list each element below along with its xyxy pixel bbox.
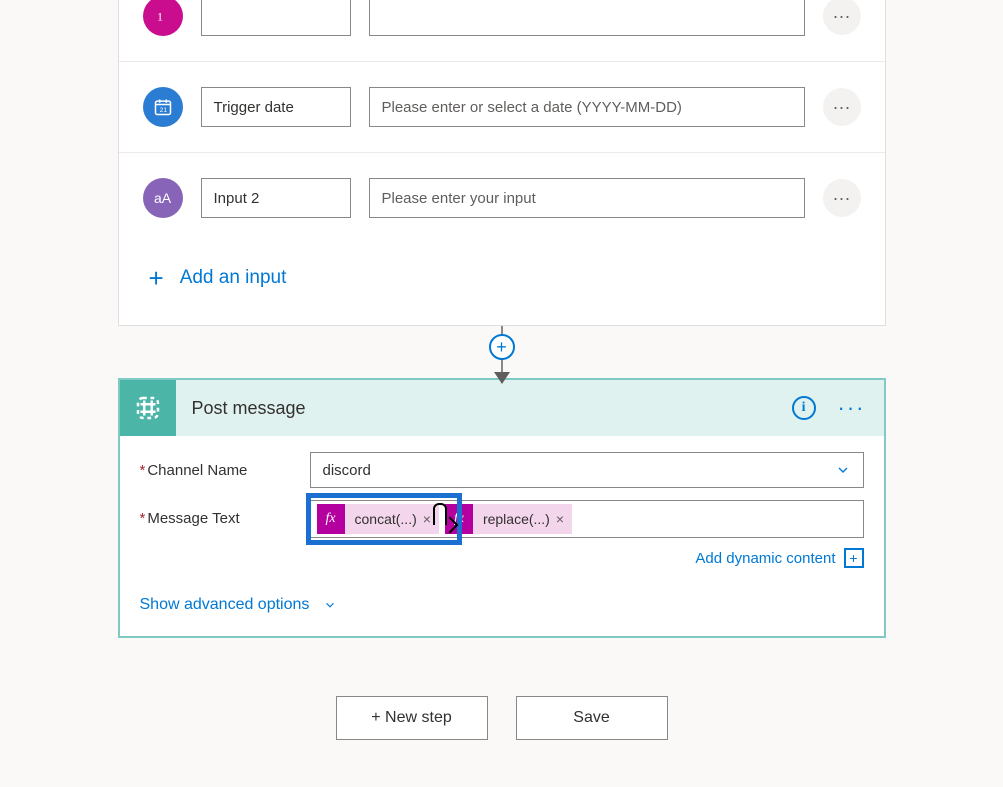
param-name-input[interactable]: Trigger date — [201, 87, 351, 127]
add-dynamic-content-link[interactable]: Add dynamic content — [695, 550, 835, 567]
message-row: *Message Text fx concat(...) × fx replac… — [140, 500, 864, 568]
save-button[interactable]: Save — [516, 696, 668, 740]
trigger-card: 1 ··· 21 Trigger date Please enter or se… — [118, 0, 886, 326]
arrow-down-icon — [494, 372, 510, 384]
number-icon: 1 — [143, 0, 183, 36]
show-advanced-link[interactable]: Show advanced options — [140, 596, 864, 614]
param-value-input[interactable]: Please enter your input — [369, 178, 805, 218]
trigger-param-row: 1 ··· — [119, 0, 885, 61]
action-card: Post message i ··· *Channel Name discord — [118, 378, 886, 638]
add-input-button[interactable]: + Add an input — [119, 243, 885, 315]
param-menu-button[interactable]: ··· — [823, 0, 861, 35]
flow-connector: + — [487, 326, 517, 378]
param-value-input[interactable]: Please enter or select a date (YYYY-MM-D… — [369, 87, 805, 127]
footer-actions: + New step Save — [336, 696, 668, 740]
channel-select[interactable]: discord — [310, 452, 864, 488]
add-input-label: Add an input — [180, 267, 287, 289]
trigger-param-row: aA Input 2 Please enter your input ··· — [119, 152, 885, 243]
message-input[interactable]: fx concat(...) × fx replace(...) × — [310, 500, 864, 538]
svg-text:1: 1 — [157, 10, 163, 24]
action-title: Post message — [176, 398, 792, 419]
new-step-button[interactable]: + New step — [336, 696, 488, 740]
chevron-down-icon — [835, 462, 851, 478]
expression-token[interactable]: fx replace(...) × — [445, 504, 572, 534]
svg-text:21: 21 — [159, 107, 167, 114]
action-menu-button[interactable]: ··· — [834, 391, 870, 425]
param-name-input[interactable]: Input 2 — [201, 178, 351, 218]
token-text: concat(...) — [355, 511, 417, 527]
remove-token-icon[interactable]: × — [556, 511, 564, 527]
fx-icon: fx — [445, 504, 473, 534]
slack-icon — [120, 380, 176, 436]
fx-icon: fx — [317, 504, 345, 534]
param-value-input[interactable] — [369, 0, 805, 36]
expression-token[interactable]: fx concat(...) × — [317, 504, 439, 534]
info-icon[interactable]: i — [792, 396, 816, 420]
channel-label: *Channel Name — [140, 452, 310, 479]
param-menu-button[interactable]: ··· — [823, 88, 861, 126]
trigger-param-row: 21 Trigger date Please enter or select a… — [119, 61, 885, 152]
channel-row: *Channel Name discord — [140, 452, 864, 488]
param-name-input[interactable] — [201, 0, 351, 36]
message-label: *Message Text — [140, 500, 310, 527]
remove-token-icon[interactable]: × — [423, 511, 431, 527]
text-icon: aA — [143, 178, 183, 218]
param-menu-button[interactable]: ··· — [823, 179, 861, 217]
channel-value: discord — [323, 462, 371, 479]
dynamic-content-icon[interactable]: + — [844, 548, 864, 568]
action-header[interactable]: Post message i ··· — [120, 380, 884, 436]
token-text: replace(...) — [483, 511, 550, 527]
calendar-icon: 21 — [143, 87, 183, 127]
action-body: *Channel Name discord *Message Text — [120, 436, 884, 636]
insert-step-button[interactable]: + — [489, 334, 515, 360]
plus-icon: + — [149, 265, 164, 291]
chevron-down-icon — [323, 598, 337, 612]
